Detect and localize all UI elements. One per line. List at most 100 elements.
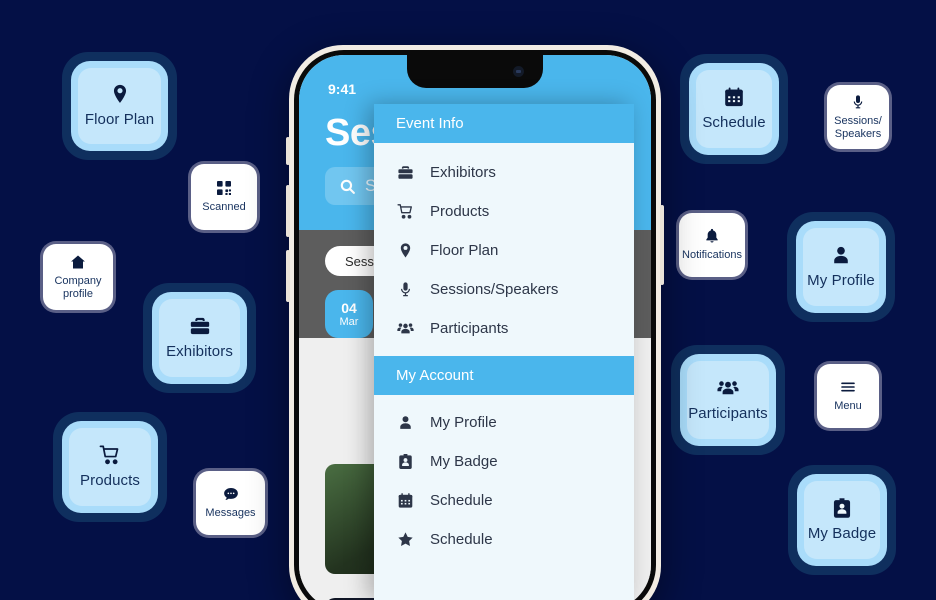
feature-card-label: Notifications — [682, 249, 742, 262]
calendar-icon — [723, 86, 745, 108]
menu-item-schedule[interactable]: Schedule — [374, 481, 634, 520]
microphone-icon — [396, 281, 415, 298]
menu-item-label: My Profile — [430, 414, 497, 431]
date-chip-month: Mar — [339, 316, 359, 328]
menu-item-exhibitors[interactable]: Exhibitors — [374, 153, 634, 192]
menu-item-label: Floor Plan — [430, 242, 499, 259]
menu-item-participants[interactable]: Participants — [374, 309, 634, 348]
home-icon — [70, 254, 86, 270]
card-inner: My Profile — [803, 228, 879, 306]
menu-section-my-account: My Account — [374, 356, 634, 395]
feature-card-label: My Profile — [807, 272, 875, 290]
feature-card-label: Messages — [205, 507, 256, 520]
feature-card-company-profile[interactable]: Company profile — [40, 241, 116, 313]
map-pin-icon — [396, 242, 415, 259]
briefcase-icon — [189, 315, 211, 337]
menu-item-label: Sessions/Speakers — [430, 281, 559, 298]
menu-item-products[interactable]: Products — [374, 192, 634, 231]
card-inner: Schedule — [696, 70, 772, 148]
card-mid-ring: Schedule — [689, 63, 779, 155]
menu-item-label: Products — [430, 203, 490, 220]
feature-card-label: Participants — [688, 405, 768, 423]
menu-item-floor-plan[interactable]: Floor Plan — [374, 231, 634, 270]
menu-item-label: Schedule — [430, 492, 493, 509]
volume-up-button[interactable] — [286, 185, 290, 237]
card-inner: Company profile — [43, 244, 113, 310]
card-inner: Exhibitors — [159, 299, 240, 377]
menu-item-sessions-speakers[interactable]: Sessions/Speakers — [374, 270, 634, 309]
cart-icon — [99, 444, 121, 466]
feature-card-products[interactable]: Products — [53, 412, 167, 522]
cart-icon — [396, 203, 415, 220]
side-menu-panel: Event Info Exhibitors Products Floor Pla… — [374, 104, 634, 600]
feature-card-label: Products — [80, 472, 140, 490]
card-mid-ring: Participants — [680, 354, 776, 446]
card-mid-ring: My Badge — [797, 474, 887, 566]
card-inner: Messages — [196, 471, 265, 535]
feature-card-label: My Badge — [807, 525, 877, 543]
feature-card-my-badge[interactable]: My Badge — [788, 465, 896, 575]
microphone-icon — [850, 94, 866, 110]
calendar-icon — [396, 492, 415, 509]
card-inner: Floor Plan — [78, 68, 161, 144]
phone-notch — [407, 55, 543, 88]
silent-switch[interactable] — [286, 137, 290, 165]
menu-group-my-account: My Profile My Badge Schedule Schedule — [374, 403, 634, 559]
feature-card-scanned[interactable]: Scanned — [188, 161, 260, 233]
feature-card-label: Exhibitors — [166, 343, 233, 361]
feature-card-exhibitors[interactable]: Exhibitors — [143, 283, 256, 393]
app-canvas: Floor Plan Scanned Company profile Exhibi… — [0, 0, 936, 600]
feature-card-participants[interactable]: Participants — [671, 345, 785, 455]
card-inner: Sessions/Speakers — [827, 85, 889, 149]
card-mid-ring: Exhibitors — [152, 292, 247, 384]
badge-icon — [396, 453, 415, 470]
date-chip-selected[interactable]: 04 Mar — [325, 290, 373, 338]
qr-icon — [216, 180, 232, 196]
feature-card-label: Scanned — [202, 201, 246, 214]
menu-item-label: Schedule — [430, 531, 493, 548]
people-icon — [396, 320, 415, 337]
feature-card-label: Floor Plan — [84, 111, 155, 129]
person-icon — [396, 414, 415, 431]
card-mid-ring: Floor Plan — [71, 61, 168, 151]
card-inner: Products — [69, 428, 151, 506]
status-bar-time: 9:41 — [328, 81, 357, 97]
briefcase-icon — [396, 164, 415, 181]
menu-item-my-badge[interactable]: My Badge — [374, 442, 634, 481]
menu-item-label: Exhibitors — [430, 164, 496, 181]
map-pin-icon — [109, 83, 131, 105]
feature-card-label: Menu — [834, 400, 862, 413]
feature-card-my-profile[interactable]: My Profile — [787, 212, 895, 322]
feature-card-label: Sessions/Speakers — [834, 114, 882, 140]
feature-card-notifications[interactable]: Notifications — [676, 210, 748, 280]
card-inner: Participants — [687, 361, 769, 439]
feature-card-sessions-speakers[interactable]: Sessions/Speakers — [824, 82, 892, 152]
hamburger-icon — [840, 379, 856, 395]
menu-item-my-profile[interactable]: My Profile — [374, 403, 634, 442]
feature-card-schedule[interactable]: Schedule — [680, 54, 788, 164]
chat-icon — [223, 486, 239, 502]
date-chip-day: 04 — [341, 300, 357, 316]
feature-card-label: Schedule — [702, 114, 766, 132]
card-mid-ring: Products — [62, 421, 158, 513]
feature-card-menu[interactable]: Menu — [814, 361, 882, 431]
feature-card-floor-plan[interactable]: Floor Plan — [62, 52, 177, 160]
badge-icon — [831, 497, 853, 519]
volume-down-button[interactable] — [286, 250, 290, 302]
card-inner: Notifications — [679, 213, 745, 277]
menu-item-label: My Badge — [430, 453, 498, 470]
card-inner: My Badge — [804, 481, 880, 559]
bell-icon — [704, 228, 720, 244]
card-mid-ring: My Profile — [796, 221, 886, 313]
feature-card-messages[interactable]: Messages — [193, 468, 268, 538]
star-icon — [396, 531, 415, 548]
person-icon — [830, 244, 852, 266]
menu-item-label: Participants — [430, 320, 509, 337]
search-icon — [339, 178, 356, 195]
card-inner: Scanned — [191, 164, 257, 230]
power-button[interactable] — [660, 205, 664, 285]
menu-section-event-info: Event Info — [374, 104, 634, 143]
front-camera — [513, 66, 524, 77]
card-inner: Menu — [817, 364, 879, 428]
menu-item-schedule[interactable]: Schedule — [374, 520, 634, 559]
